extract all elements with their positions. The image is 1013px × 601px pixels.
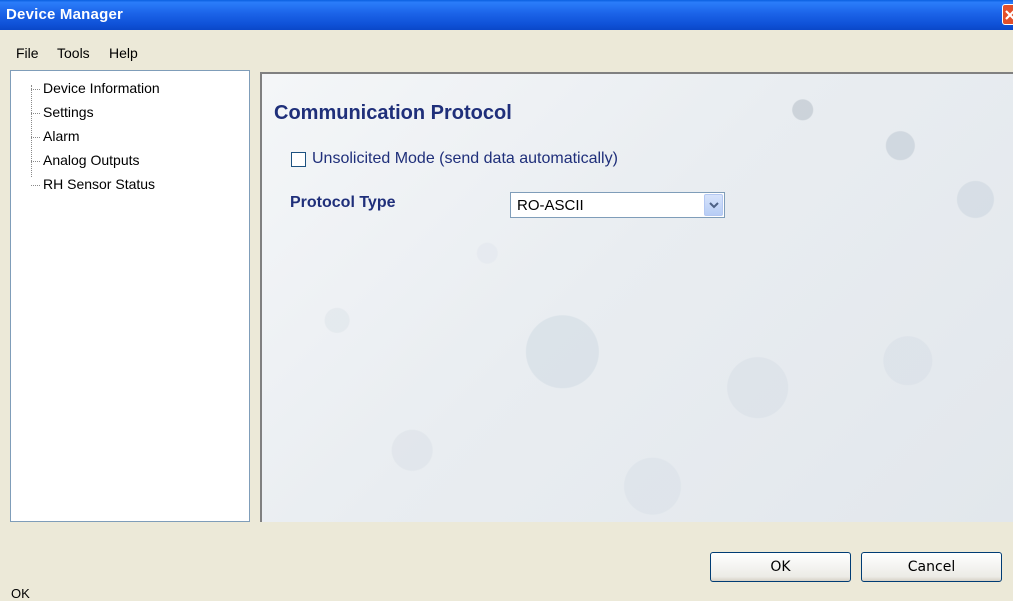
menu-tools[interactable]: Tools [57,45,90,61]
protocol-type-label: Protocol Type [290,194,396,211]
close-icon [1005,10,1013,20]
tree-item-label: Alarm [43,128,80,144]
unsolicited-mode-checkbox[interactable] [291,152,306,167]
content-panel: Communication Protocol Unsolicited Mode … [260,72,1013,522]
close-button[interactable] [1002,4,1013,25]
tree-item-label: Settings [43,104,94,120]
unsolicited-mode-label[interactable]: Unsolicited Mode (send data automaticall… [312,150,618,168]
tree-item-label: Device Information [43,80,160,96]
section-heading: Communication Protocol [274,102,512,124]
button-bar: OK Cancel OK [0,522,1013,601]
chevron-down-icon [709,202,719,209]
cancel-button[interactable]: Cancel [861,552,1002,582]
status-text: OK [11,586,30,601]
tree-item-label: Analog Outputs [43,152,140,168]
window-title: Device Manager [6,6,124,23]
protocol-type-select[interactable]: RO-ASCII [510,192,725,218]
ok-button[interactable]: OK [710,552,851,582]
menu-bar: File Tools Help [0,30,1013,70]
menu-file[interactable]: File [16,45,39,61]
navigation-tree: Device Information Settings Alarm Analog… [10,70,250,522]
splitter[interactable] [251,70,260,522]
title-bar: Device Manager [0,0,1013,30]
menu-help[interactable]: Help [109,45,138,61]
tree-item-label: RH Sensor Status [43,176,156,192]
dropdown-button[interactable] [704,194,723,216]
protocol-type-value: RO-ASCII [517,197,584,214]
tree-connector [31,85,32,177]
